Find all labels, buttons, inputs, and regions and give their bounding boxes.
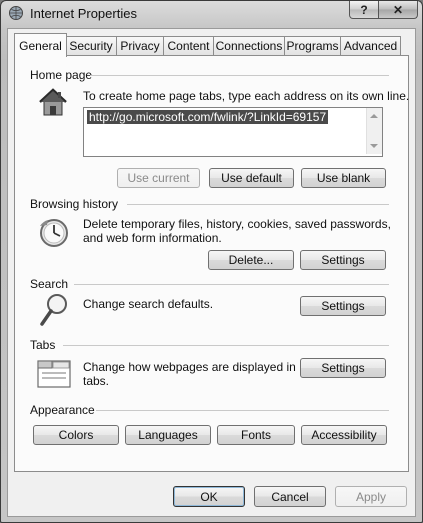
window-title: Internet Properties [30,6,137,21]
tab-programs[interactable]: Programs [284,36,341,55]
help-button[interactable]: ? [349,1,379,19]
history-settings-button[interactable]: Settings [300,250,386,270]
magnifier-icon [40,294,67,326]
home-page-description: To create home page tabs, type each addr… [83,89,410,103]
group-divider [63,345,389,346]
ok-button[interactable]: OK [173,486,245,507]
delete-button[interactable]: Delete... [208,250,294,270]
tabs-description-line1: Change how webpages are displayed in [83,360,296,374]
accessibility-button[interactable]: Accessibility [301,425,387,445]
tabs-settings-button[interactable]: Settings [300,358,386,378]
globe-icon [9,6,23,20]
search-settings-button[interactable]: Settings [300,296,386,316]
tab-privacy[interactable]: Privacy [116,36,164,55]
use-current-button[interactable]: Use current [117,168,200,188]
scroll-up-icon [370,114,378,118]
tabs-description-line2: tabs. [83,374,110,388]
group-divider [90,75,389,76]
use-default-button[interactable]: Use default [209,168,294,188]
group-divider [74,284,389,285]
group-divider [96,410,389,411]
browsing-history-description-line2: and web form information. [83,231,222,245]
tabs-group-title: Tabs [30,338,56,352]
fonts-button[interactable]: Fonts [217,425,295,445]
use-blank-button[interactable]: Use blank [301,168,386,188]
scroll-down-icon [370,144,378,148]
tab-general[interactable]: General [14,33,67,57]
tab-advanced[interactable]: Advanced [340,36,401,55]
browsing-history-group-title: Browsing history [30,197,119,211]
close-button[interactable]: ✕ [378,1,418,19]
apply-button[interactable]: Apply [335,486,407,507]
close-icon: ✕ [392,2,404,17]
tab-security[interactable]: Security [65,36,117,55]
home-page-url-text: http://go.microsoft.com/fwlink/?LinkId=6… [87,110,329,124]
cancel-button[interactable]: Cancel [254,486,326,507]
languages-button[interactable]: Languages [125,425,211,445]
search-description: Change search defaults. [83,297,214,311]
tab-content[interactable]: Content [163,36,214,55]
clock-icon [40,219,68,247]
appearance-group-title: Appearance [30,403,95,417]
home-page-group-title: Home page [30,68,93,82]
tab-connections[interactable]: Connections [213,36,285,55]
home-page-url-field[interactable]: http://go.microsoft.com/fwlink/?LinkId=6… [83,107,383,157]
colors-button[interactable]: Colors [33,425,119,445]
search-group-title: Search [30,277,69,291]
url-scrollbar[interactable] [366,108,382,154]
tabs-icon [37,360,71,388]
browsing-history-description-line1: Delete temporary files, history, cookies… [83,217,391,231]
house-icon [39,88,67,116]
group-divider [127,204,389,205]
